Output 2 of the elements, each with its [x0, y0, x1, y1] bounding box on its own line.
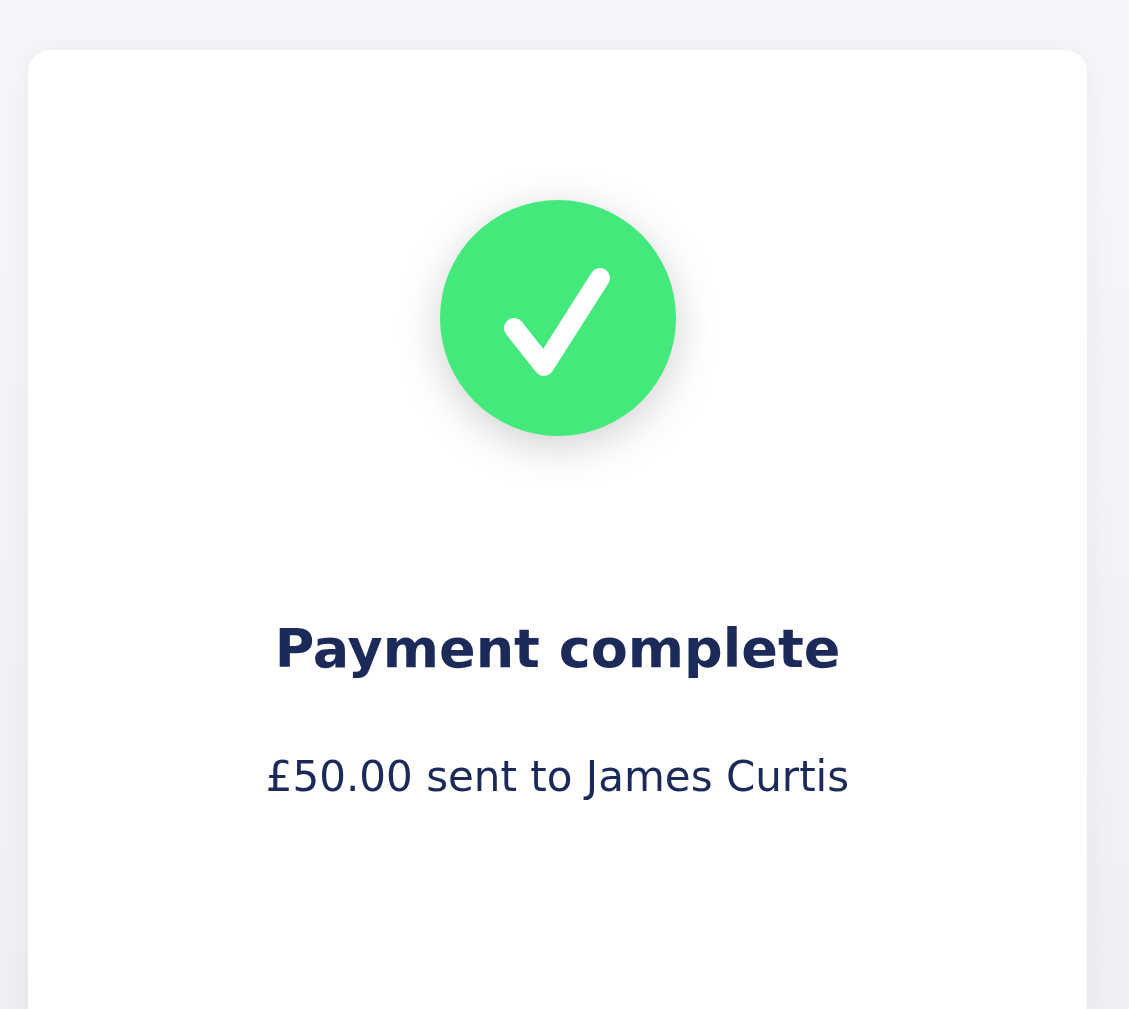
message: £50.00 sent to James Curtis	[265, 756, 850, 798]
title: Payment complete	[274, 622, 841, 676]
